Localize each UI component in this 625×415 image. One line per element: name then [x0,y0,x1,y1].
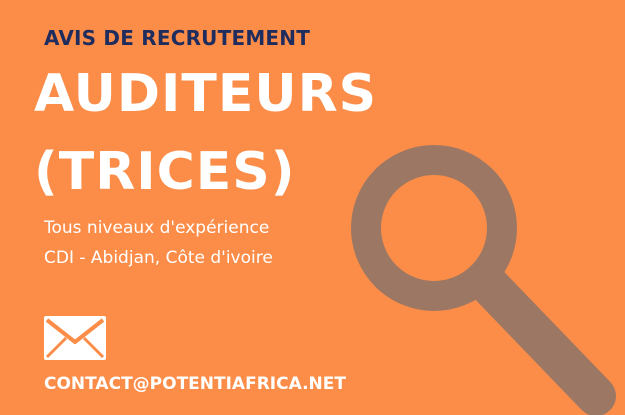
contact-email[interactable]: CONTACT@POTENTIAFRICA.NET [44,374,346,394]
kicker-title: AVIS DE RECRUTEMENT [44,26,311,50]
experience-level: Tous niveaux d'expérience [44,218,270,238]
envelope-icon [44,316,106,360]
contract-location: CDI - Abidjan, Côte d'ivoire [44,248,273,268]
recruitment-poster: AVIS DE RECRUTEMENT AUDITEURS (TRICES) T… [0,0,625,415]
magnifier-handle [470,266,616,415]
job-title-line-1: AUDITEURS [34,64,378,124]
job-title-line-2: (TRICES) [34,142,296,202]
